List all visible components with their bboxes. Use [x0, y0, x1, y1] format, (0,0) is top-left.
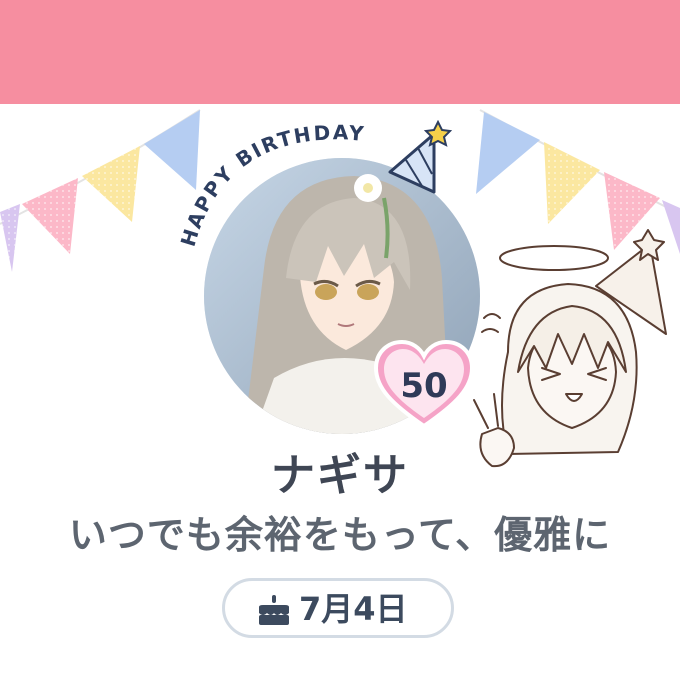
pennant-pink-left [22, 178, 78, 254]
affection-heart-badge: 50 [372, 336, 476, 432]
birthday-pill: 7月4日 [222, 578, 454, 638]
affection-value: 50 [400, 366, 448, 406]
pennant-yellow-right [544, 142, 600, 224]
top-banner [0, 0, 680, 104]
birthday-date: 7月4日 [299, 590, 408, 628]
character-name: ナギサ [271, 450, 409, 501]
pennant-yellow-left [82, 146, 140, 222]
character-motto: いつでも余裕をもって、優雅に [68, 513, 612, 557]
party-hat-icon [388, 120, 453, 194]
birthday-card: HAPPY BIRTHDAY 50 ナギサ いつでも余裕をもって、優雅に 7月4… [0, 0, 680, 680]
pennant-blue-right [476, 112, 540, 194]
pennant-purple-left [0, 204, 20, 272]
cake-icon [259, 595, 289, 625]
